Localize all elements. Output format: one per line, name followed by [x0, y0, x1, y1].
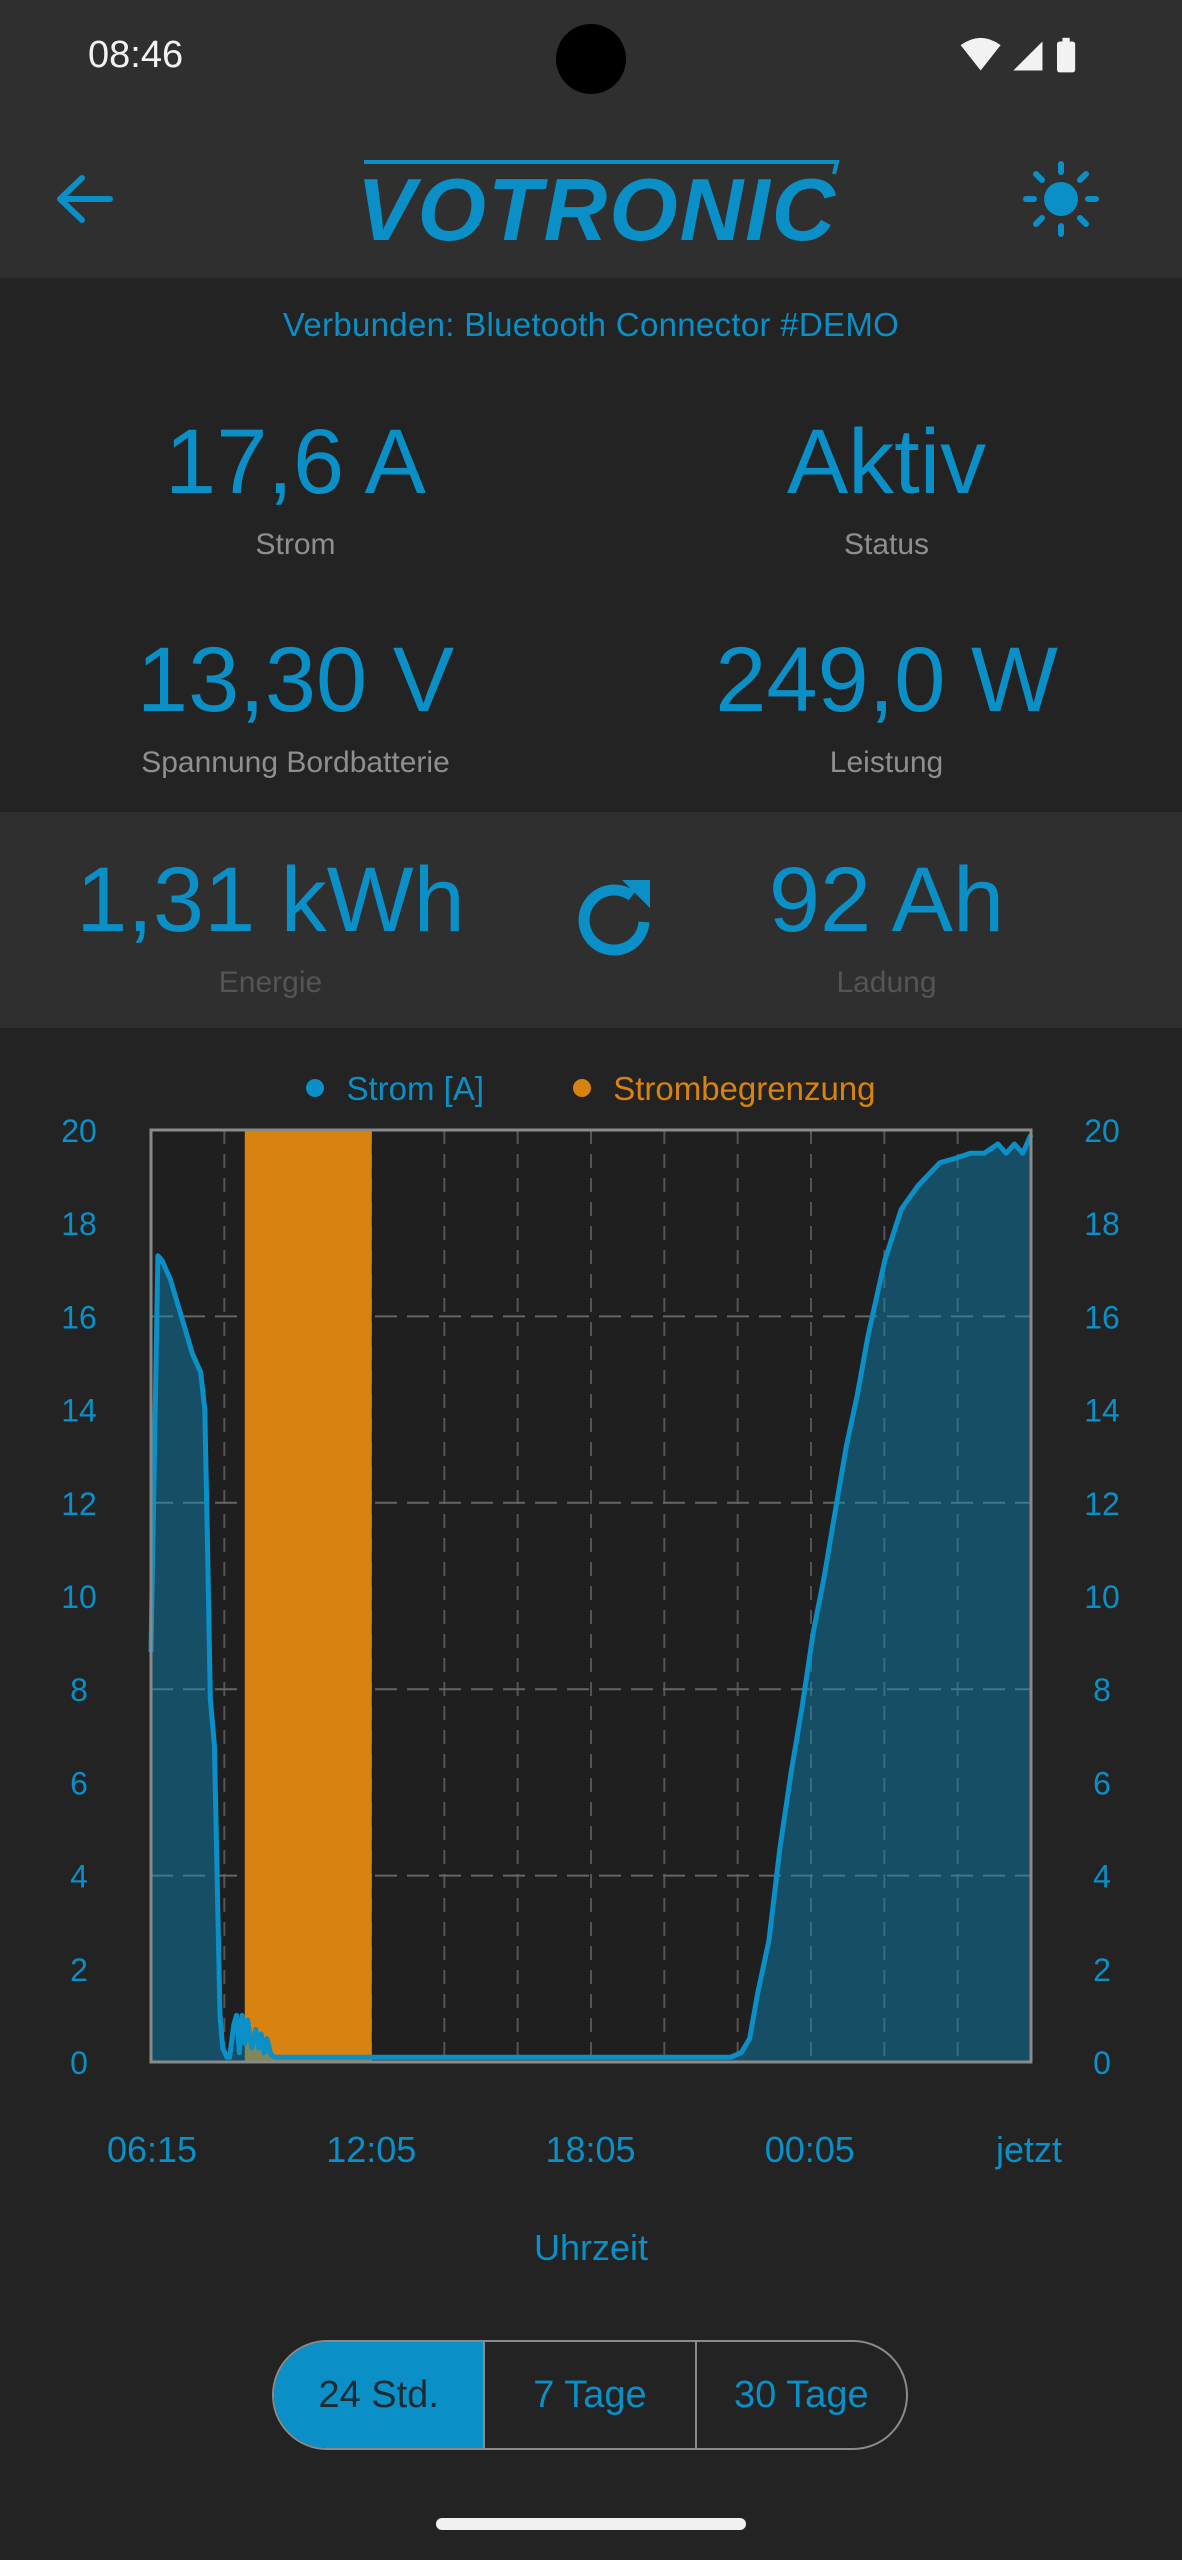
x-tick-label: 00:05 — [765, 2129, 855, 2170]
metric-power: 249,0 W Leistung — [591, 634, 1182, 780]
y-tick-label-right: 16 — [1084, 1299, 1120, 1335]
y-tick-label-left: 16 — [61, 1299, 97, 1335]
logo-text: VOTRONIC — [357, 160, 837, 259]
y-tick-label-right: 8 — [1093, 1672, 1111, 1708]
y-axis-left: 0 2 4 6 8 10 12 14 16 18 20 — [61, 1113, 97, 2081]
x-tick-label: 06:15 — [107, 2129, 197, 2170]
y-axis-right: 0 2 4 6 8 10 12 14 16 18 20 — [1084, 1113, 1120, 2081]
y-tick-label-left: 10 — [61, 1579, 97, 1615]
back-arrow-icon[interactable] — [40, 154, 130, 244]
metric-status-label: Status — [843, 528, 930, 561]
y-tick-label-right: 2 — [1093, 1952, 1111, 1988]
y-tick-label-right: 18 — [1084, 1206, 1120, 1242]
metric-power-label: Leistung — [829, 746, 944, 779]
metric-energy-value: 1,31 kWh — [76, 849, 465, 951]
x-axis: 06:15 12:05 18:05 00:05 jetzt — [107, 2129, 1062, 2170]
brightness-icon[interactable] — [1016, 154, 1106, 244]
legend-dot-current — [306, 1079, 325, 1098]
legend-label-limit: Strombegrenzung — [613, 1070, 876, 1107]
metric-current-value: 17,6 A — [165, 411, 426, 513]
y-tick-label-left: 0 — [70, 2045, 88, 2081]
metric-voltage: 13,30 V Spannung Bordbatterie — [0, 634, 591, 780]
metric-charge-value: 92 Ah — [768, 849, 1005, 951]
y-tick-label-right: 12 — [1084, 1486, 1120, 1522]
metric-charge: 92 Ah Ladung — [591, 854, 1182, 1000]
connection-status: Verbunden: Bluetooth Connector #DEMO — [282, 306, 900, 343]
y-tick-label-left: 6 — [70, 1765, 88, 1801]
y-tick-label-right: 14 — [1084, 1393, 1120, 1429]
y-tick-label-left: 18 — [61, 1206, 97, 1242]
x-tick-label: 12:05 — [326, 2129, 416, 2170]
refresh-icon[interactable] — [566, 870, 666, 970]
y-tick-label-right: 20 — [1084, 1113, 1120, 1149]
votronic-logo: VOTRONIC — [357, 160, 840, 259]
signal-icon — [1013, 41, 1043, 71]
y-tick-label-left: 2 — [70, 1952, 88, 1988]
status-bar: 08:46 — [0, 0, 1182, 118]
camera-cutout — [556, 24, 626, 94]
metric-voltage-label: Spannung Bordbatterie — [141, 746, 450, 779]
x-axis-title: Uhrzeit — [534, 2227, 648, 2268]
current-chart[interactable]: 0 2 4 6 8 10 12 14 16 18 20 0 2 4 6 8 10 12 14 16 18 20 06:1… — [0, 1110, 1182, 2270]
metric-voltage-value: 13,30 V — [136, 629, 455, 731]
y-tick-label-left: 20 — [61, 1113, 97, 1149]
app-bar: VOTRONIC — [0, 118, 1182, 278]
metric-status-value: Aktiv — [786, 411, 987, 513]
y-tick-label-left: 14 — [61, 1393, 97, 1429]
legend-item-limit[interactable]: Strombegrenzung — [573, 1070, 876, 1108]
status-icons — [960, 37, 1076, 73]
y-tick-label-right: 6 — [1093, 1765, 1111, 1801]
metric-charge-label: Ladung — [836, 966, 937, 999]
limit-span — [244, 1130, 372, 2062]
metric-energy: 1,31 kWh Energie — [0, 854, 566, 1000]
x-tick-label: 18:05 — [545, 2129, 635, 2170]
wifi-icon — [960, 37, 1001, 71]
y-tick-label-right: 4 — [1093, 1859, 1111, 1895]
x-tick-label: jetzt — [995, 2129, 1062, 2170]
battery-icon — [1057, 37, 1076, 73]
legend-dot-limit — [573, 1079, 592, 1098]
chart-legend: Strom [A] Strombegrenzung — [0, 1070, 1182, 1108]
y-tick-label-right: 10 — [1084, 1579, 1120, 1615]
legend-item-current[interactable]: Strom [A] — [306, 1070, 484, 1108]
status-time: 08:46 — [88, 34, 184, 76]
range-option-1[interactable]: 7 Tage — [483, 2342, 694, 2448]
y-tick-label-left: 8 — [70, 1672, 88, 1708]
metric-status: Aktiv Status — [591, 416, 1182, 562]
metric-current: 17,6 A Strom — [0, 416, 591, 562]
limit-spans — [244, 1130, 372, 2062]
y-tick-label-right: 0 — [1093, 2045, 1111, 2081]
y-tick-label-left: 12 — [61, 1486, 97, 1522]
legend-label-current: Strom [A] — [346, 1070, 485, 1107]
metric-power-value: 249,0 W — [715, 629, 1058, 731]
range-option-0[interactable]: 24 Std. — [274, 2342, 484, 2448]
y-tick-label-left: 4 — [70, 1859, 88, 1895]
home-indicator[interactable] — [436, 2518, 746, 2530]
metric-energy-label: Energie — [218, 966, 323, 999]
range-selector: 24 Std. 7 Tage 30 Tage — [272, 2340, 908, 2450]
range-option-2[interactable]: 30 Tage — [694, 2342, 906, 2448]
metric-current-label: Strom — [255, 528, 336, 561]
